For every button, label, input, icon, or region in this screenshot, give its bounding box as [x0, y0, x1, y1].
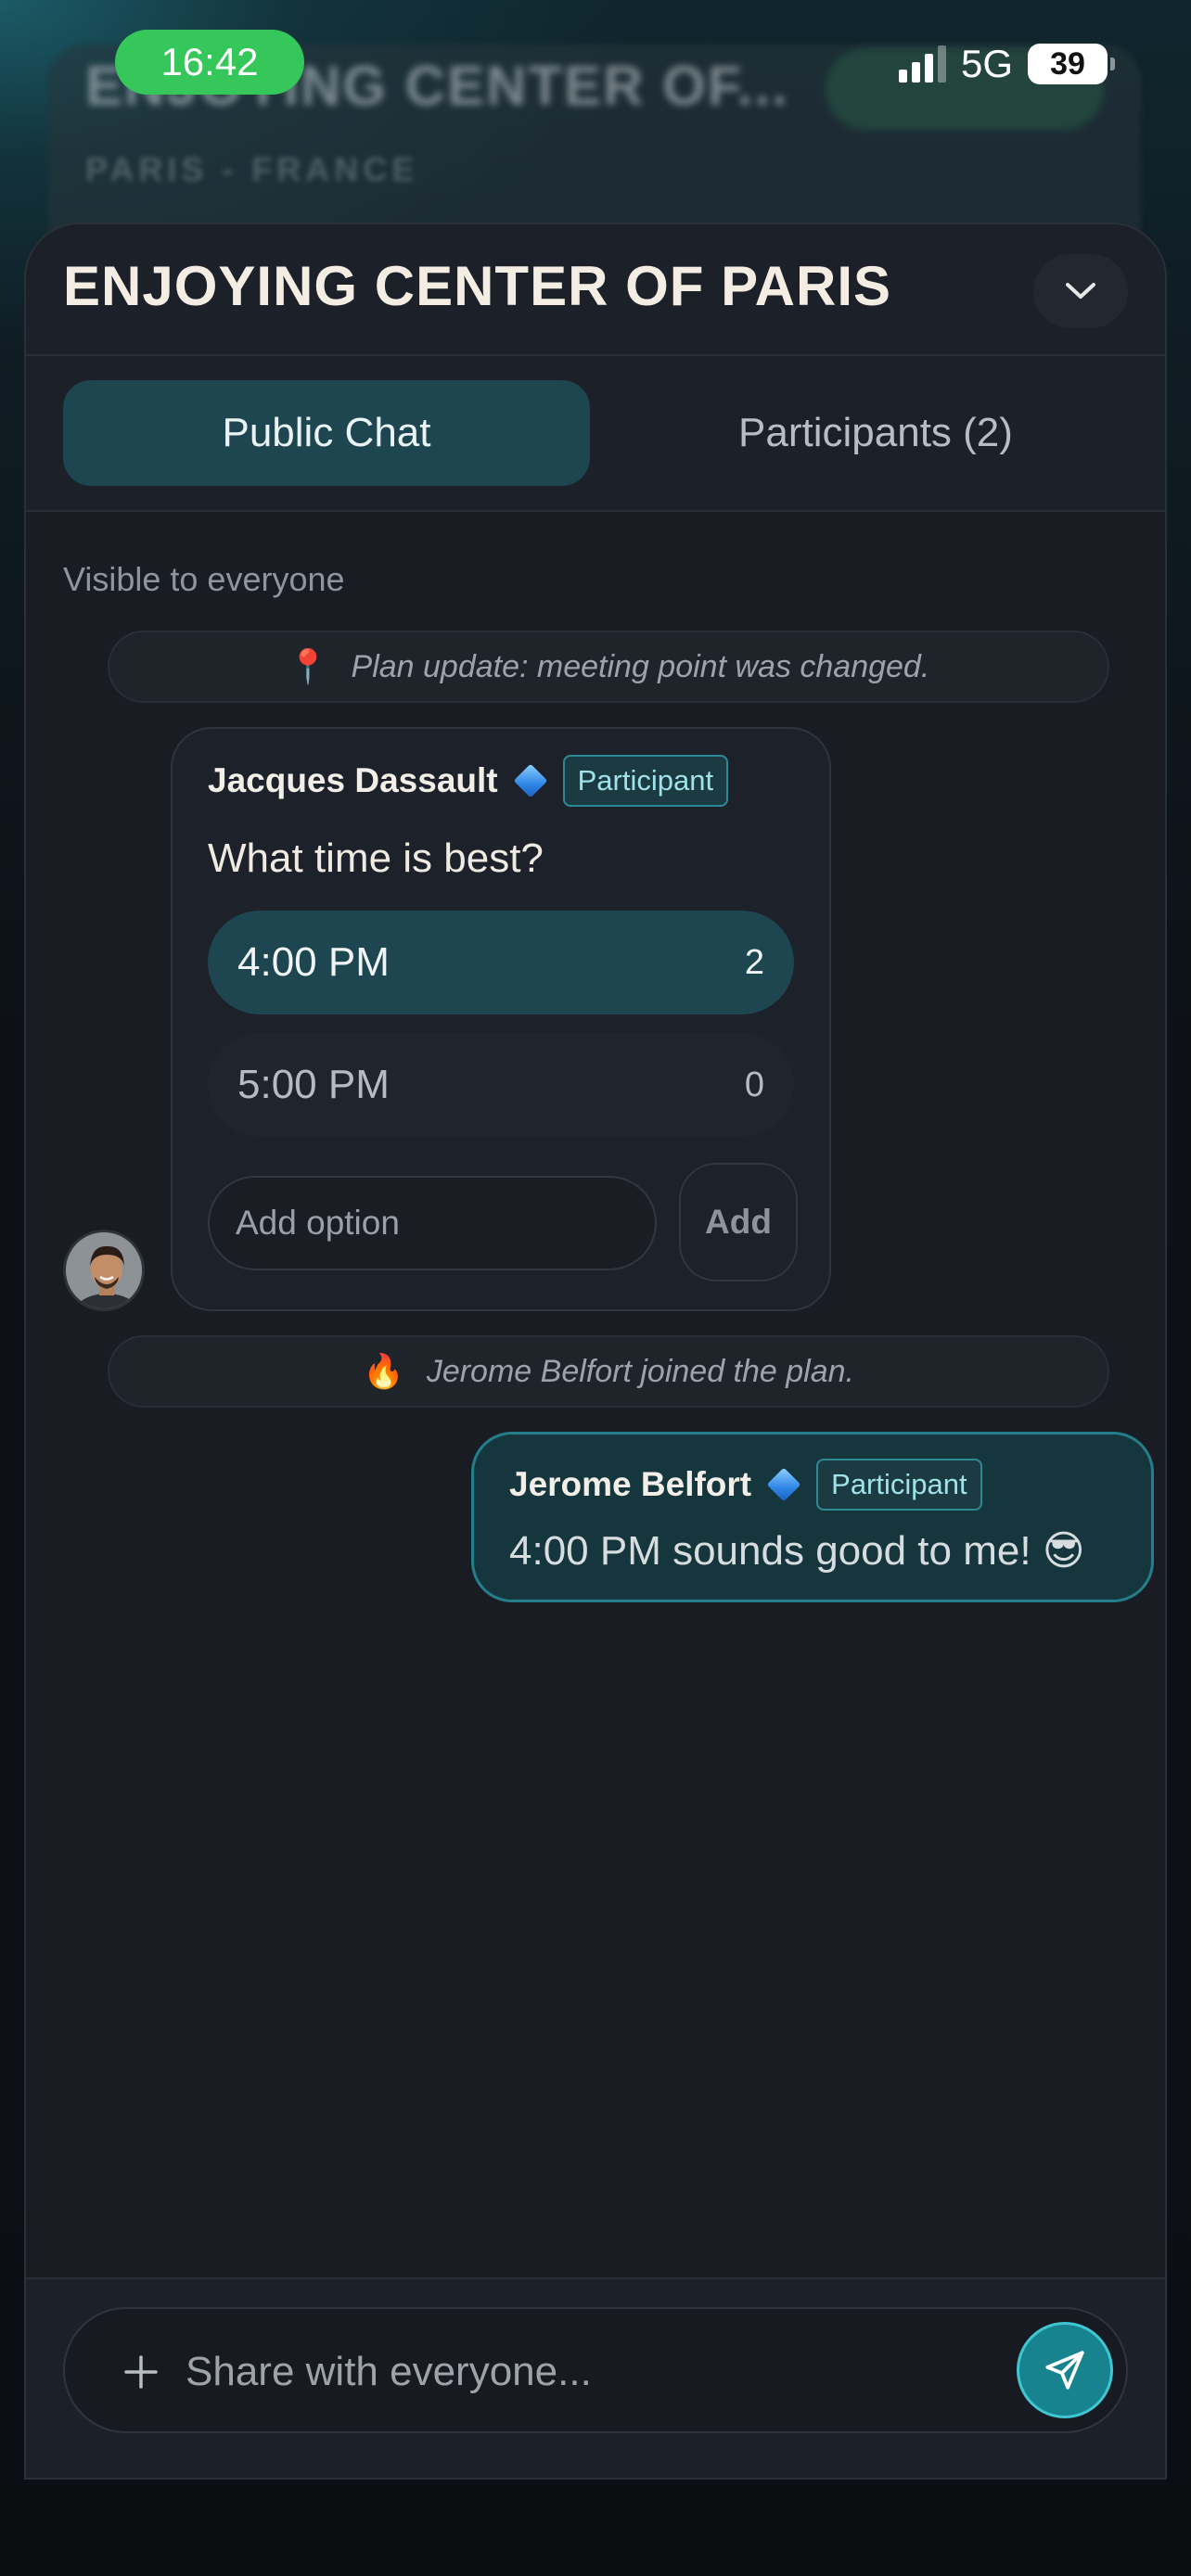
background-bottom-strip	[0, 2485, 1191, 2576]
verified-diamond-icon	[513, 763, 547, 798]
system-message: 📍 Plan update: meeting point was changed…	[108, 631, 1109, 703]
visibility-note: Visible to everyone	[63, 560, 345, 598]
role-badge: Participant	[562, 755, 729, 807]
chat-tabs: Public Chat Participants (2)	[26, 356, 1165, 512]
poll-option[interactable]: 5:00 PM 0	[208, 1033, 794, 1137]
battery-icon: 39	[1028, 44, 1115, 84]
send-button[interactable]	[1017, 2322, 1113, 2418]
own-message-bubble: Jerome Belfort Participant 4:00 PM sound…	[471, 1432, 1154, 1602]
message-input[interactable]	[186, 2337, 946, 2407]
poll-option-selected[interactable]: 4:00 PM 2	[208, 911, 794, 1014]
system-message-text: Jerome Belfort joined the plan.	[426, 1353, 854, 1389]
avatar[interactable]	[63, 1230, 145, 1311]
system-message: 🔥 Jerome Belfort joined the plan.	[108, 1335, 1109, 1408]
verified-diamond-icon	[766, 1467, 801, 1502]
message-author: Jerome Belfort	[509, 1465, 752, 1503]
message-composer	[63, 2307, 1128, 2433]
network-type: 5G	[960, 42, 1013, 85]
app-screen: ENJOYING CENTER OF... PARIS - FRANCE 16:…	[0, 0, 1191, 2576]
cellular-signal-icon	[898, 45, 946, 83]
avatar-portrait-icon	[66, 1232, 142, 1308]
send-icon	[1045, 2351, 1084, 2390]
poll-question: What time is best?	[208, 835, 544, 881]
composer-bar	[26, 2277, 1165, 2478]
message-text: 4:00 PM sounds good to me! 😎	[509, 1528, 1085, 1574]
message-author-row: Jacques Dassault Participant	[208, 755, 729, 807]
pin-icon: 📍	[287, 647, 329, 685]
status-time: 16:42	[115, 30, 304, 95]
status-indicators: 5G 39	[898, 41, 1115, 87]
sheet-header: ENJOYING CENTER OF PARIS	[26, 224, 1165, 356]
chevron-down-icon	[1066, 283, 1095, 299]
add-option-input[interactable]: Add option	[208, 1176, 657, 1270]
attach-button[interactable]	[106, 2337, 176, 2407]
fire-icon: 🔥	[363, 1352, 404, 1390]
poll-option-votes: 2	[744, 942, 764, 982]
system-message-text: Plan update: meeting point was changed.	[351, 648, 930, 684]
battery-level: 39	[1050, 45, 1085, 82]
tab-participants[interactable]: Participants (2)	[620, 380, 1132, 486]
poll-option-votes: 0	[744, 1065, 764, 1104]
plus-icon	[124, 2355, 158, 2389]
role-badge: Participant	[816, 1459, 982, 1511]
chat-sheet: ENJOYING CENTER OF PARIS Public Chat Par…	[24, 223, 1167, 2480]
add-option-button[interactable]: Add	[679, 1163, 798, 1282]
poll-message: Jacques Dassault Participant What time i…	[171, 727, 831, 1311]
collapse-sheet-button[interactable]	[1033, 254, 1128, 328]
poll-option-label: 4:00 PM	[237, 939, 390, 985]
poll-option-label: 5:00 PM	[237, 1062, 390, 1107]
background-plan-location: PARIS - FRANCE	[85, 150, 419, 188]
message-author-row: Jerome Belfort Participant	[509, 1459, 982, 1511]
message-author: Jacques Dassault	[208, 761, 498, 799]
tab-public-chat[interactable]: Public Chat	[63, 380, 590, 486]
sheet-title: ENJOYING CENTER OF PARIS	[63, 255, 892, 317]
